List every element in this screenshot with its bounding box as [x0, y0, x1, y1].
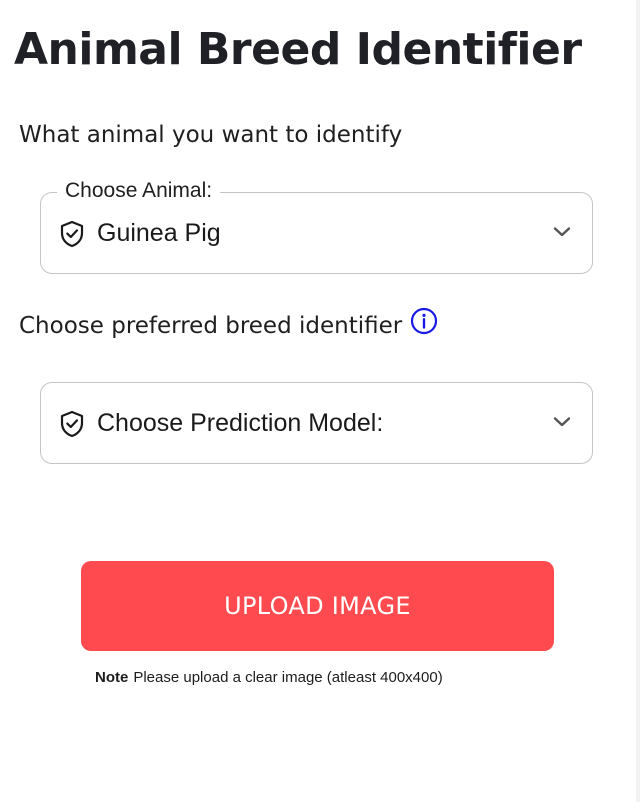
upload-image-button[interactable]: UPLOAD IMAGE [81, 561, 554, 651]
note-prefix: Note [95, 669, 129, 686]
prediction-model-select[interactable]: Choose Prediction Model: [40, 382, 593, 464]
chevron-down-icon[interactable] [552, 415, 572, 429]
chevron-down-icon[interactable] [552, 225, 572, 239]
animal-select[interactable]: Choose Animal: Guinea Pig [40, 179, 593, 274]
animal-section-label: What animal you want to identify [19, 122, 403, 148]
animal-select-legend: Choose Animal: [57, 179, 221, 203]
page-title: Animal Breed Identifier [14, 24, 582, 75]
note-text: Please upload a clear image (atleast 400… [133, 669, 443, 686]
app-screen: Animal Breed Identifier What animal you … [0, 0, 640, 802]
model-section-label-text: Choose preferred breed identifier [19, 313, 403, 339]
info-icon[interactable] [410, 307, 438, 335]
upload-note: Note Please upload a clear image (atleast… [95, 668, 443, 688]
animal-select-value: Guinea Pig [97, 219, 221, 247]
shield-check-icon [60, 220, 84, 248]
prediction-model-placeholder: Choose Prediction Model: [97, 409, 384, 437]
shield-check-icon [60, 410, 84, 438]
model-section-label: Choose preferred breed identifier [19, 307, 438, 341]
scrollbar-track [636, 0, 640, 802]
